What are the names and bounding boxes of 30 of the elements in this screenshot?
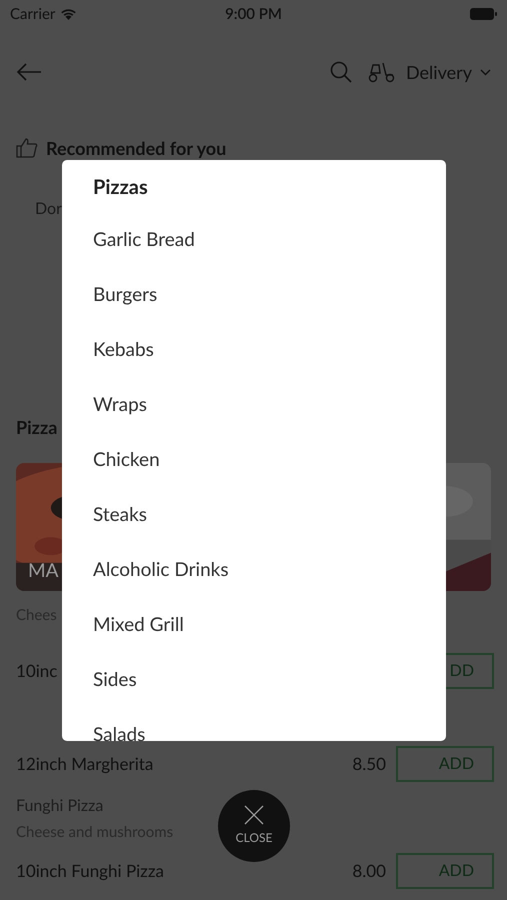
menu-item[interactable]: Chicken bbox=[93, 432, 415, 487]
menu-title: Pizzas bbox=[93, 174, 149, 201]
menu-item[interactable]: Salads bbox=[93, 707, 415, 741]
thumbs-up-icon bbox=[16, 138, 38, 158]
clock-time: 9:00 PM bbox=[225, 4, 282, 25]
scooter-icon bbox=[368, 61, 396, 83]
chevron-down-icon bbox=[480, 68, 491, 76]
carrier-label: Carrier bbox=[10, 4, 56, 25]
search-icon[interactable] bbox=[330, 61, 352, 83]
menu-item[interactable]: Mixed Grill bbox=[93, 597, 415, 652]
dish-card-label: MA bbox=[28, 558, 59, 584]
back-arrow-icon[interactable] bbox=[16, 62, 42, 82]
dish-price: 8.00 bbox=[352, 859, 386, 884]
battery-icon bbox=[470, 8, 498, 20]
dish-name: 10inch Funghi Pizza bbox=[16, 859, 164, 884]
close-button[interactable]: CLOSE bbox=[218, 790, 290, 862]
section-heading: Recommended for you bbox=[46, 136, 226, 161]
menu-item[interactable]: Garlic Bread bbox=[93, 212, 415, 267]
dish-name: 10inc bbox=[16, 659, 58, 684]
category-heading: Pizza bbox=[16, 416, 58, 438]
menu-item[interactable]: Alcoholic Drinks bbox=[93, 542, 415, 597]
menu-item[interactable]: Burgers bbox=[93, 267, 415, 322]
menu-item[interactable]: Kebabs bbox=[93, 322, 415, 377]
dish-name: 12inch Margherita bbox=[16, 752, 154, 776]
menu-item[interactable]: Steaks bbox=[93, 487, 415, 542]
menu-item[interactable]: Wraps bbox=[93, 377, 415, 432]
close-icon bbox=[244, 805, 264, 825]
dish-price: 8.50 bbox=[352, 752, 386, 776]
menu-item[interactable]: Sides bbox=[93, 652, 415, 707]
wifi-icon bbox=[60, 8, 78, 20]
